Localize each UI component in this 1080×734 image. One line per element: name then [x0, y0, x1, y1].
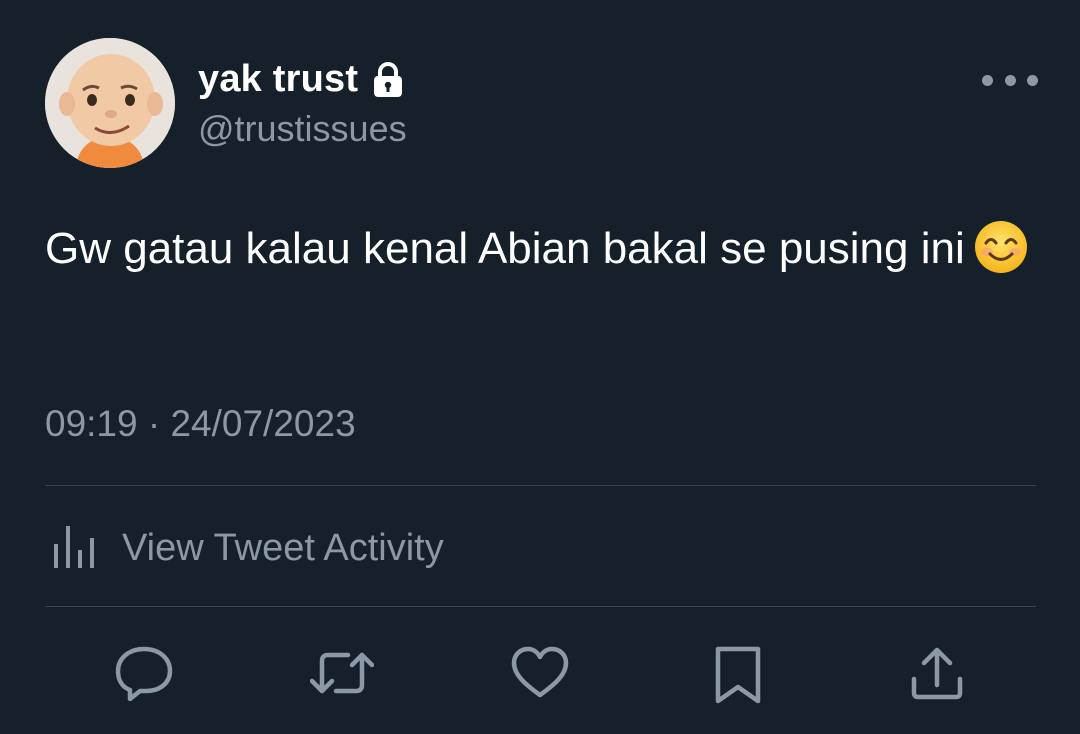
- tweet-text: Gw gatau kalau kenal Abian bakal se pusi…: [45, 215, 1045, 294]
- bookmark-icon: [714, 645, 762, 705]
- tweet-body: Gw gatau kalau kenal Abian bakal se pusi…: [45, 224, 965, 273]
- dot: [1004, 74, 1016, 86]
- lock-icon: [372, 61, 404, 98]
- tweet-timestamp[interactable]: 09:19 · 24/07/2023: [45, 403, 356, 445]
- dot: [1027, 74, 1038, 86]
- more-options-icon[interactable]: [982, 68, 1038, 92]
- reply-button[interactable]: [114, 645, 174, 701]
- divider: [45, 485, 1036, 486]
- heart-icon: [510, 645, 570, 701]
- author-name-row: yak trust: [198, 58, 404, 101]
- dot: [982, 74, 993, 86]
- divider: [45, 606, 1036, 607]
- display-name[interactable]: yak trust: [198, 58, 358, 101]
- like-button[interactable]: [510, 645, 570, 701]
- smiling-face-emoji-icon: [973, 219, 1029, 294]
- view-tweet-activity-button[interactable]: View Tweet Activity: [52, 522, 444, 575]
- avatar[interactable]: [45, 38, 175, 168]
- view-tweet-activity-label: View Tweet Activity: [122, 527, 444, 569]
- retweet-icon: [310, 645, 374, 701]
- bookmark-button[interactable]: [714, 645, 762, 705]
- retweet-button[interactable]: [310, 645, 374, 701]
- reply-icon: [114, 645, 174, 701]
- share-button[interactable]: [908, 645, 966, 703]
- author-handle[interactable]: @trustissues: [198, 108, 407, 150]
- bar-chart-icon: [52, 522, 96, 575]
- share-icon: [908, 645, 966, 703]
